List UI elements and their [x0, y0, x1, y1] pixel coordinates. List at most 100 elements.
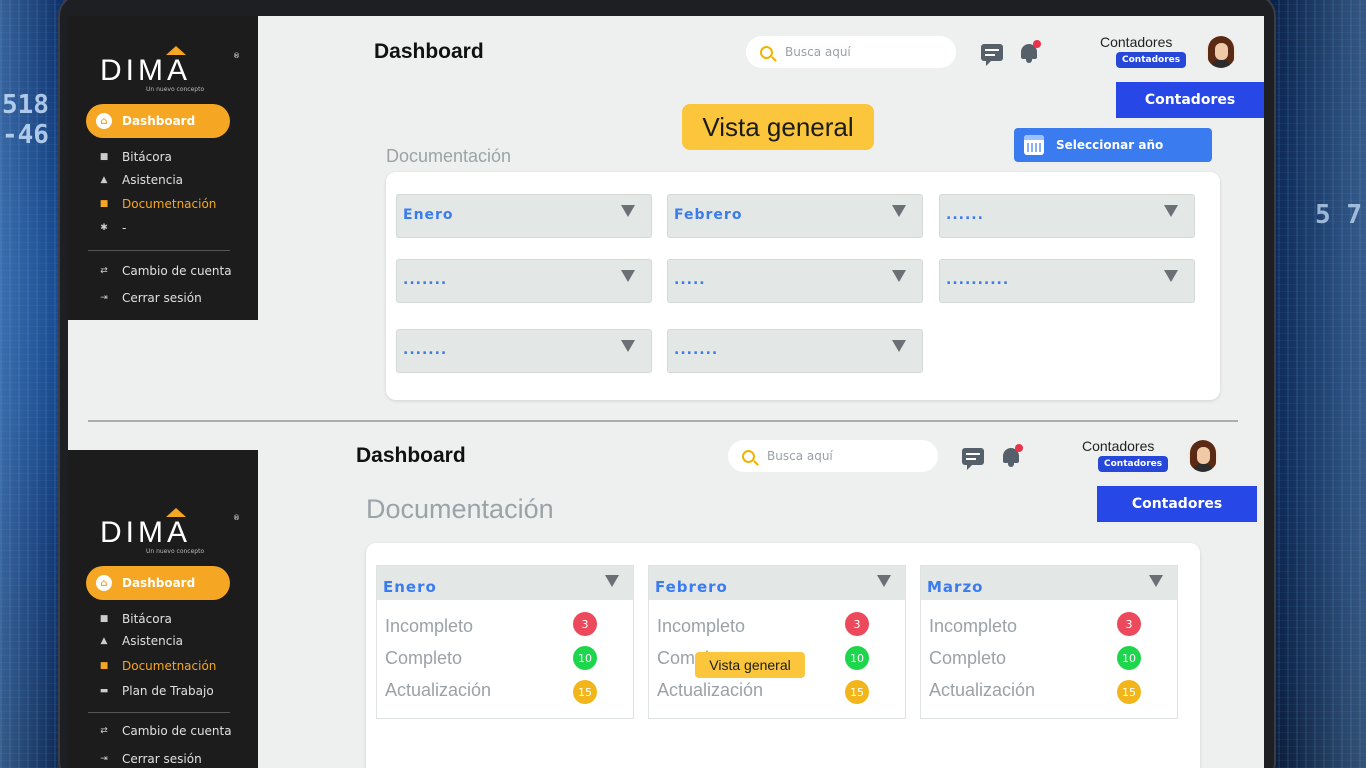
month-dropdown[interactable]: .......	[396, 329, 652, 373]
dropdown-label: ..........	[946, 272, 1010, 288]
month-card-marzo: Marzo Incompleto 3 Completo 10 Actualiza…	[920, 565, 1178, 719]
sidebar-bottom: ® DIMA Un nuevo concepto ⌂ Dashboard ■ B…	[68, 450, 258, 768]
month-dropdown[interactable]: ..........	[939, 259, 1195, 303]
chevron-down-icon	[605, 575, 619, 587]
logo-text: DIMA	[100, 54, 191, 87]
gear-icon: ✱	[100, 223, 108, 233]
logout-icon: ⇥	[100, 754, 108, 764]
month-dropdown[interactable]: .....	[667, 259, 923, 303]
sidebar-item-extra[interactable]: ✱ -	[98, 221, 126, 235]
book-icon: ■	[99, 152, 109, 162]
registered-icon: ®	[233, 514, 240, 522]
sidebar-item-label: Plan de Trabajo	[122, 684, 214, 698]
sidebar-item-cerrar-sesion[interactable]: ⇥ Cerrar sesión	[98, 752, 202, 766]
page-title: Dashboard	[374, 40, 484, 63]
count-badge-completo: 10	[845, 646, 869, 670]
sidebar-item-label: Cambio de cuenta	[122, 264, 232, 278]
chevron-down-icon	[892, 270, 906, 282]
status-label: Completo	[385, 648, 463, 668]
sidebar-item-label: Cerrar sesión	[122, 752, 202, 766]
user-name: Contadores	[1082, 438, 1155, 454]
search-input[interactable]: Busca aquí	[746, 36, 956, 68]
month-dropdown[interactable]: Enero	[377, 566, 633, 600]
chevron-down-icon	[621, 205, 635, 217]
sidebar-item-plan-trabajo[interactable]: ▬ Plan de Trabajo	[98, 684, 214, 698]
sidebar-item-label: Dashboard	[122, 576, 196, 590]
swap-icon: ⇄	[100, 726, 108, 736]
logo-tagline: Un nuevo concepto	[146, 86, 205, 93]
section-title: Documentación	[386, 146, 512, 166]
sidebar-item-documentacion[interactable]: ■ Documetnación	[98, 659, 217, 673]
sidebar-item-bitacora[interactable]: ■ Bitácora	[98, 612, 172, 626]
sidebar-item-label: Asistencia	[122, 634, 184, 648]
month-dropdown[interactable]: Enero	[396, 194, 652, 238]
search-icon	[760, 45, 773, 59]
user-name: Contadores	[1100, 34, 1173, 50]
month-label: Enero	[383, 578, 437, 596]
chevron-down-icon	[892, 340, 906, 352]
status-label: Actualización	[385, 680, 492, 700]
sidebar-item-label: Bitácora	[122, 612, 172, 626]
document-icon: ■	[99, 199, 109, 209]
month-dropdown[interactable]: Marzo	[921, 566, 1177, 600]
sidebar-item-label: Asistencia	[122, 173, 184, 187]
logo-roof-icon	[166, 508, 186, 517]
status-label: Actualización	[929, 680, 1036, 700]
count-badge-actualizacion: 15	[845, 680, 869, 704]
sidebar-item-cambio-cuenta[interactable]: ⇄ Cambio de cuenta	[98, 724, 232, 738]
section-title: Documentación	[366, 494, 554, 524]
sidebar-item-asistencia[interactable]: ▲ Asistencia	[98, 173, 184, 187]
sidebar-item-dashboard[interactable]: ⌂ Dashboard	[86, 566, 230, 600]
sidebar-item-bitacora[interactable]: ■ Bitácora	[98, 150, 172, 164]
role-button[interactable]: Contadores	[1097, 486, 1257, 522]
chat-icon[interactable]	[962, 448, 984, 470]
bell-icon[interactable]	[1020, 40, 1041, 63]
dropdown-label: Enero	[403, 207, 454, 223]
search-input[interactable]: Busca aquí	[728, 440, 938, 472]
sidebar-item-documentacion[interactable]: ■ Documetnación	[98, 197, 217, 211]
home-icon: ⌂	[96, 575, 112, 591]
select-year-button[interactable]: Seleccionar año	[1014, 128, 1212, 162]
sidebar-item-cambio-cuenta[interactable]: ⇄ Cambio de cuenta	[98, 264, 232, 278]
month-dropdown[interactable]: Febrero	[667, 194, 923, 238]
count-badge-incompleto: 3	[1117, 612, 1141, 636]
month-dropdown[interactable]: .......	[667, 329, 923, 373]
logo-text: DIMA	[100, 516, 191, 549]
screen: ® DIMA Un nuevo concepto ⌂ Dashboard ■ B…	[68, 16, 1264, 768]
status-label: Incompleto	[657, 616, 746, 636]
sidebar-item-label: Documetnación	[122, 197, 217, 211]
month-card-enero: Enero Incompleto 3 Completo 10 Actualiza…	[376, 565, 634, 719]
role-button[interactable]: Contadores	[1116, 82, 1264, 118]
month-dropdown[interactable]: ......	[939, 194, 1195, 238]
count-badge-actualizacion: 15	[573, 680, 597, 704]
month-label: Marzo	[927, 578, 984, 596]
user-role-badge: Contadores	[1098, 456, 1169, 472]
background-digits: 518 -46	[2, 90, 49, 150]
brand-logo: ® DIMA Un nuevo concepto	[100, 46, 240, 93]
count-badge-actualizacion: 15	[1117, 680, 1141, 704]
chat-icon[interactable]	[981, 44, 1003, 66]
sidebar-item-label: Bitácora	[122, 150, 172, 164]
sidebar-item-asistencia[interactable]: ▲ Asistencia	[98, 634, 184, 648]
calendar-icon	[1024, 135, 1044, 155]
month-dropdown[interactable]: .......	[396, 259, 652, 303]
documentation-panel: Enero Febrero ...... ....... ..... .....…	[386, 172, 1220, 400]
avatar[interactable]	[1206, 36, 1236, 68]
chevron-down-icon	[892, 205, 906, 217]
dropdown-label: .......	[403, 342, 448, 358]
month-dropdown[interactable]: Febrero	[649, 566, 905, 600]
book-icon: ■	[99, 614, 109, 624]
sidebar-item-cerrar-sesion[interactable]: ⇥ Cerrar sesión	[98, 291, 201, 305]
home-icon: ⌂	[96, 113, 112, 129]
sidebar-item-label: Dashboard	[122, 114, 196, 128]
sidebar-top: ® DIMA Un nuevo concepto ⌂ Dashboard ■ B…	[68, 16, 258, 320]
documentation-summary-panel: Enero Incompleto 3 Completo 10 Actualiza…	[366, 543, 1200, 768]
avatar[interactable]	[1188, 440, 1218, 472]
sidebar-item-dashboard[interactable]: ⌂ Dashboard	[86, 104, 230, 138]
bell-icon[interactable]	[1002, 444, 1023, 467]
sidebar-item-label: Cambio de cuenta	[122, 724, 232, 738]
logo-tagline: Un nuevo concepto	[146, 548, 205, 555]
status-label: Incompleto	[929, 616, 1018, 636]
page-title: Dashboard	[356, 444, 466, 467]
chevron-down-icon	[621, 340, 635, 352]
